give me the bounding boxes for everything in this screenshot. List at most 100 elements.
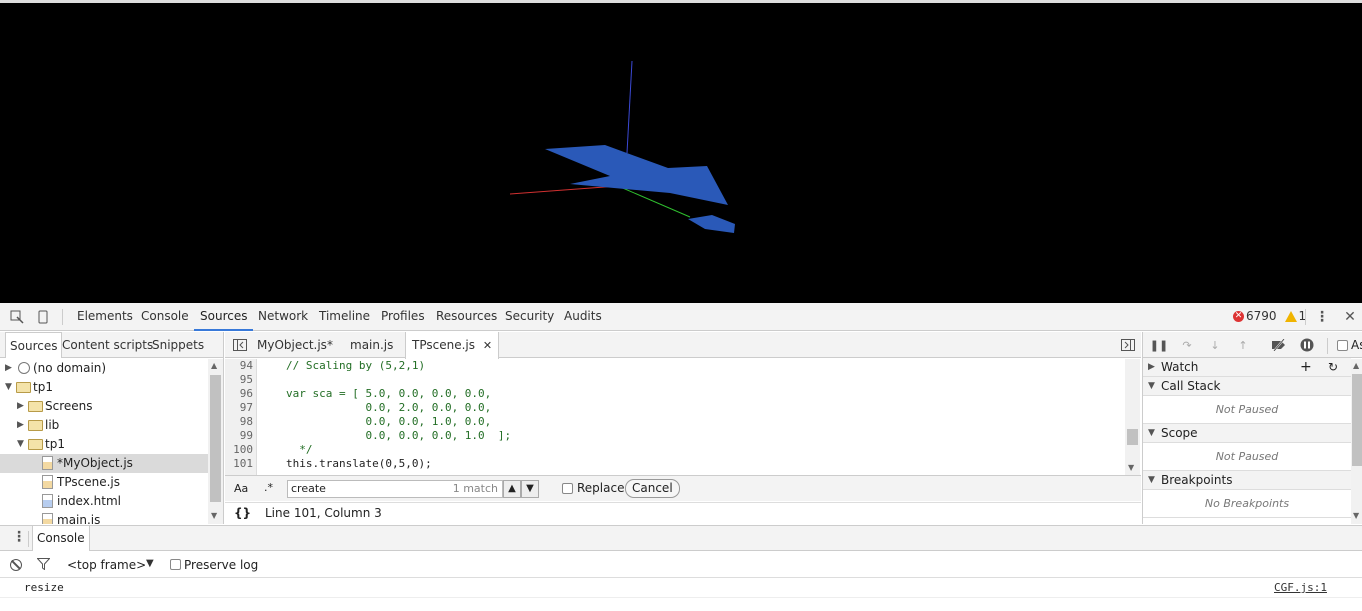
inspect-element-icon[interactable] <box>8 308 26 326</box>
tree-file-main[interactable]: main.js <box>0 511 208 524</box>
tree-item-tp1-sub[interactable]: ▼ tp1 <box>0 435 208 454</box>
expand-triangle-icon[interactable]: ▶ <box>1148 358 1155 377</box>
webgl-canvas[interactable] <box>0 0 1362 303</box>
preserve-log-checkbox[interactable] <box>170 559 181 570</box>
scroll-up-icon[interactable]: ▲ <box>1353 361 1359 370</box>
regex-toggle[interactable]: .* <box>264 481 273 494</box>
refresh-watch-icon[interactable]: ↻ <box>1328 358 1338 377</box>
expand-triangle-icon[interactable]: ▶ <box>17 397 24 416</box>
drawer-tab-console[interactable]: Console <box>32 526 90 551</box>
pretty-print-button[interactable]: {} <box>234 503 251 524</box>
more-options-icon[interactable]: ⋮ <box>1313 308 1331 326</box>
editor-scrollbar[interactable]: ▼ <box>1125 359 1140 475</box>
async-label: As <box>1351 338 1362 352</box>
pane-header-watch[interactable]: ▶ Watch + ↻ <box>1143 358 1351 377</box>
pane-header-call-stack[interactable]: ▼ Call Stack <box>1143 377 1351 396</box>
error-warning-counter[interactable]: ✕ 6790 1 <box>1233 309 1306 323</box>
scrollbar-thumb[interactable] <box>1127 429 1138 445</box>
line-number: 96 <box>225 387 253 401</box>
search-next-button[interactable]: ▼ <box>521 480 539 498</box>
pause-on-exceptions-icon[interactable] <box>1300 338 1314 352</box>
tree-file-index[interactable]: index.html <box>0 492 208 511</box>
navigator-tab-content-scripts[interactable]: Content scripts <box>58 332 157 358</box>
collapse-triangle-icon[interactable]: ▼ <box>1148 471 1155 490</box>
tree-item-label: lib <box>45 418 60 432</box>
device-mode-icon[interactable] <box>34 308 52 326</box>
collapse-triangle-icon[interactable]: ▼ <box>1148 377 1155 396</box>
toggle-debugger-icon[interactable] <box>1119 336 1137 354</box>
add-watch-icon[interactable]: + <box>1300 358 1312 377</box>
scroll-down-icon[interactable]: ▼ <box>1128 463 1134 472</box>
drawer-menu-icon[interactable]: ⋮ <box>12 529 26 545</box>
line-text: var sca = [ 5.0, 0.0, 0.0, 0.0, <box>286 387 492 400</box>
debugger-scrollbar[interactable]: ▲ ▼ <box>1351 359 1362 524</box>
frame-dropdown-icon[interactable]: ▼ <box>146 558 154 569</box>
step-into-icon[interactable]: ↓ <box>1208 338 1222 352</box>
toggle-navigator-icon[interactable] <box>231 336 249 354</box>
step-over-icon[interactable]: ↷ <box>1180 338 1194 352</box>
tree-file-myobject[interactable]: *MyObject.js <box>0 454 208 473</box>
pane-header-breakpoints[interactable]: ▼ Breakpoints <box>1143 471 1351 490</box>
collapse-triangle-icon[interactable]: ▼ <box>17 435 24 454</box>
cursor-position: Line 101, Column 3 <box>265 506 382 520</box>
navigator-scrollbar[interactable]: ▲ ▼ <box>208 359 223 524</box>
tree-item-lib[interactable]: ▶ lib <box>0 416 208 435</box>
tab-resources[interactable]: Resources <box>430 303 503 331</box>
async-checkbox[interactable] <box>1337 340 1348 351</box>
line-number: 94 <box>225 359 253 373</box>
tab-timeline[interactable]: Timeline <box>313 303 376 331</box>
tab-elements[interactable]: Elements <box>71 303 139 331</box>
html-file-icon <box>42 494 53 508</box>
editor-tab-myobject[interactable]: MyObject.js* <box>251 332 339 358</box>
preserve-log-label: Preserve log <box>184 558 259 572</box>
editor-tab-tpscene[interactable]: TPscene.js ✕ <box>405 332 500 359</box>
tab-sources[interactable]: Sources <box>194 303 254 331</box>
tab-console[interactable]: Console <box>135 303 195 331</box>
filter-icon[interactable] <box>36 558 51 573</box>
scrollbar-thumb[interactable] <box>210 375 221 502</box>
navigator-tab-snippets[interactable]: Snippets <box>148 332 208 358</box>
pause-icon[interactable]: ❚❚ <box>1150 338 1168 352</box>
close-devtools-icon[interactable]: ✕ <box>1341 308 1359 326</box>
replace-checkbox[interactable] <box>562 483 573 494</box>
clear-console-icon[interactable] <box>10 559 22 571</box>
line-number: 100 <box>225 443 253 457</box>
tree-item-screens[interactable]: ▶ Screens <box>0 397 208 416</box>
search-prev-button[interactable]: ▲ <box>503 480 521 498</box>
line-number: 98 <box>225 415 253 429</box>
frame-selector[interactable]: <top frame> <box>67 558 146 572</box>
navigator-tab-sources[interactable]: Sources <box>5 332 63 358</box>
tab-profiles[interactable]: Profiles <box>375 303 431 331</box>
tab-audits[interactable]: Audits <box>558 303 608 331</box>
console-message-source-link[interactable]: CGF.js:1 <box>1274 578 1327 598</box>
tree-item-label: (no domain) <box>33 361 107 375</box>
match-case-toggle[interactable]: Aa <box>234 482 248 495</box>
step-out-icon[interactable]: ↑ <box>1236 338 1250 352</box>
tree-item-no-domain[interactable]: ▶ (no domain) <box>0 359 208 378</box>
collapse-triangle-icon[interactable]: ▼ <box>5 378 12 397</box>
tree-item-tp1[interactable]: ▼ tp1 <box>0 378 208 397</box>
scroll-down-icon[interactable]: ▼ <box>1353 511 1359 520</box>
code-area[interactable]: 94 // Scaling by (5,2,1) 95 96 var sca = [… <box>225 359 1125 475</box>
expand-triangle-icon[interactable]: ▶ <box>17 416 24 435</box>
scrollbar-thumb[interactable] <box>1352 374 1362 466</box>
editor-tab-main[interactable]: main.js <box>344 332 399 358</box>
scroll-up-icon[interactable]: ▲ <box>211 361 217 370</box>
search-input[interactable]: create 1 match <box>287 480 503 498</box>
console-message: resize CGF.js:1 <box>0 578 1362 598</box>
pane-title: Breakpoints <box>1161 473 1233 487</box>
close-tab-icon[interactable]: ✕ <box>483 339 492 352</box>
pane-header-scope[interactable]: ▼ Scope <box>1143 424 1351 443</box>
deactivate-breakpoints-icon[interactable] <box>1271 338 1285 352</box>
scroll-down-icon[interactable]: ▼ <box>211 511 217 520</box>
expand-triangle-icon[interactable]: ▶ <box>5 359 12 378</box>
code-line: 94 // Scaling by (5,2,1) <box>225 359 1125 373</box>
folder-icon <box>28 439 43 450</box>
cancel-search-button[interactable]: Cancel <box>625 479 680 498</box>
tree-item-label: TPscene.js <box>57 475 120 489</box>
call-stack-body: Not Paused <box>1143 396 1351 424</box>
tab-network[interactable]: Network <box>252 303 314 331</box>
tree-file-tpscene[interactable]: TPscene.js <box>0 473 208 492</box>
collapse-triangle-icon[interactable]: ▼ <box>1148 424 1155 443</box>
tab-security[interactable]: Security <box>499 303 560 331</box>
